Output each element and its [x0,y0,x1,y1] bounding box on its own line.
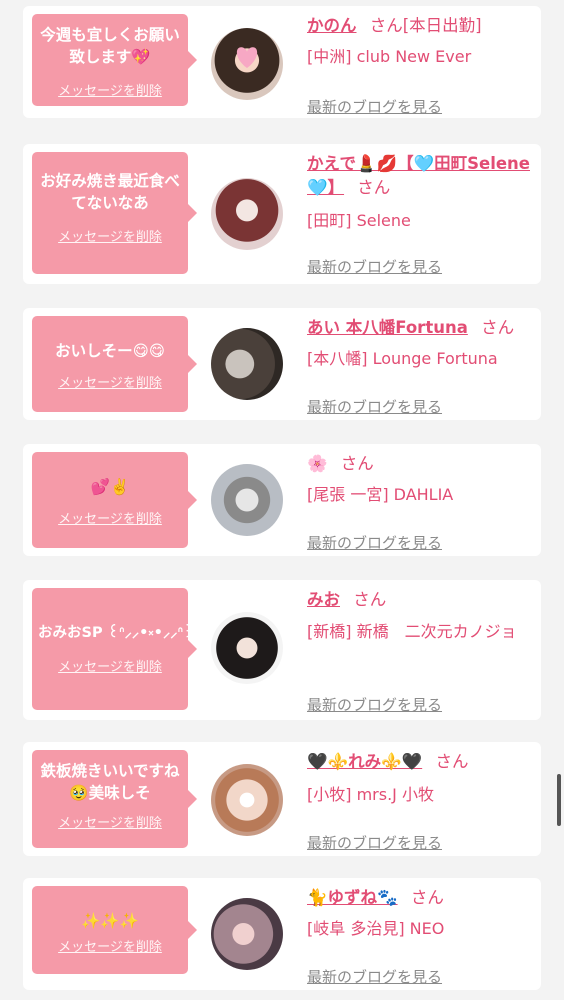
latest-blog-link[interactable]: 最新のブログを見る [307,256,442,277]
message-card: お好み焼き最近食べてないなあ メッセージを削除 かえで💄💋【🩵田町Selene🩵… [23,144,541,284]
latest-blog-link[interactable]: 最新のブログを見る [307,966,442,987]
honorific: さん [353,590,387,609]
cast-name-link[interactable]: かのん [307,16,357,35]
avatar[interactable] [211,178,283,250]
cast-info: かえで💄💋【🩵田町Selene🩵】 さん [田町] Selene 最新のブログを… [307,152,533,276]
message-card: おいしそー😋😋 メッセージを削除 あい 本八幡Fortuna さん [本八幡] … [23,308,541,420]
avatar[interactable] [211,898,283,970]
message-bubble: 今週も宜しくお願い致します💖 メッセージを削除 [32,14,197,106]
delete-message-link[interactable]: メッセージを削除 [58,80,162,99]
message-bubble: 鉄板焼きいいですね🥹美味しそ メッセージを削除 [32,750,197,848]
message-text: ✨✨✨ [81,912,139,930]
message-card: 💕✌️ メッセージを削除 🌸 さん [尾張 一宮] DAHLIA 最新のブログを… [23,444,541,556]
message-text: お好み焼き最近食べてないなあ [40,172,180,212]
avatar[interactable] [211,764,283,836]
message-bubble: おみおSP ꒰ᐢ⸝⸝•༝•⸝⸝ᐢ꒱ メッセージを削除 [32,588,197,710]
message-card: ✨✨✨ メッセージを削除 🐈ゆずね🐾 さん [岐阜 多治見] NEO 最新のブロ… [23,878,541,990]
cast-info: かのん さん[本日出勤] [中洲] club New Ever 最新のブログを見… [307,14,533,116]
avatar[interactable] [211,328,283,400]
latest-blog-link[interactable]: 最新のブログを見る [307,694,442,715]
honorific: さん [410,888,444,907]
shop-label: [岐阜 多治見] NEO [307,919,445,938]
honorific: さん [435,752,469,771]
shop-label: [小牧] mrs.J 小牧 [307,785,434,804]
cast-name-link[interactable]: あい 本八幡Fortuna [307,318,468,337]
avatar[interactable] [211,464,283,536]
cast-name-link[interactable]: かえで💄💋【🩵田町Selene🩵】 [307,154,530,197]
message-bubble: お好み焼き最近食べてないなあ メッセージを削除 [32,152,197,274]
message-card: 今週も宜しくお願い致します💖 メッセージを削除 かのん さん[本日出勤] [中洲… [23,6,541,118]
latest-blog-link[interactable]: 最新のブログを見る [307,532,442,553]
delete-message-link[interactable]: メッセージを削除 [58,508,162,527]
latest-blog-link[interactable]: 最新のブログを見る [307,832,442,853]
avatar[interactable] [211,28,283,100]
honorific: さん [481,318,515,337]
honorific: さん [369,16,403,35]
heart-icon [236,47,258,68]
shop-label: [中洲] club New Ever [307,47,472,66]
cast-name-link[interactable]: 🌸 [307,454,328,473]
latest-blog-link[interactable]: 最新のブログを見る [307,396,442,417]
latest-blog-link[interactable]: 最新のブログを見る [307,96,442,117]
message-text: おみおSP ꒰ᐢ⸝⸝•༝•⸝⸝ᐢ꒱ [38,625,195,641]
cast-name-link[interactable]: 🐈ゆずね🐾 [307,888,398,907]
shop-label: [田町] Selene [307,211,411,230]
message-text: 鉄板焼きいいですね🥹美味しそ [40,762,180,802]
message-text: 💕✌️ [90,478,130,496]
honorific: さん [357,178,391,197]
cast-name-link[interactable]: みお [307,590,340,609]
shop-label: [尾張 一宮] DAHLIA [307,485,454,504]
cast-info: 🌸 さん [尾張 一宮] DAHLIA 最新のブログを見る [307,452,533,552]
message-card: 鉄板焼きいいですね🥹美味しそ メッセージを削除 🖤⚜️れみ⚜️🖤 さん [小牧]… [23,742,541,856]
cast-name-link[interactable]: 🖤⚜️れみ⚜️🖤 [307,752,422,771]
delete-message-link[interactable]: メッセージを削除 [58,226,162,245]
honorific: さん [340,454,374,473]
cast-info: みお さん [新橋] 新橋 二次元カノジョ 最新のブログを見る [307,588,533,714]
shop-label: [新橋] 新橋 二次元カノジョ [307,622,517,641]
shop-label: [本八幡] Lounge Fortuna [307,349,498,368]
delete-message-link[interactable]: メッセージを削除 [58,936,162,955]
delete-message-link[interactable]: メッセージを削除 [58,656,162,675]
avatar[interactable] [211,612,283,684]
message-card: おみおSP ꒰ᐢ⸝⸝•༝•⸝⸝ᐢ꒱ メッセージを削除 みお さん [新橋] 新橋… [23,580,541,720]
message-bubble: ✨✨✨ メッセージを削除 [32,886,197,974]
message-text: おいしそー😋😋 [55,342,165,360]
message-bubble: 💕✌️ メッセージを削除 [32,452,197,548]
message-text: 今週も宜しくお願い致します💖 [40,26,180,66]
message-bubble: おいしそー😋😋 メッセージを削除 [32,316,197,412]
delete-message-link[interactable]: メッセージを削除 [58,372,162,391]
delete-message-link[interactable]: メッセージを削除 [58,812,162,831]
cast-info: 🐈ゆずね🐾 さん [岐阜 多治見] NEO 最新のブログを見る [307,886,533,986]
scrollbar[interactable] [557,774,561,826]
status-label: [本日出勤] [402,16,482,35]
cast-info: あい 本八幡Fortuna さん [本八幡] Lounge Fortuna 最新… [307,316,533,416]
cast-info: 🖤⚜️れみ⚜️🖤 さん [小牧] mrs.J 小牧 最新のブログを見る [307,750,533,852]
